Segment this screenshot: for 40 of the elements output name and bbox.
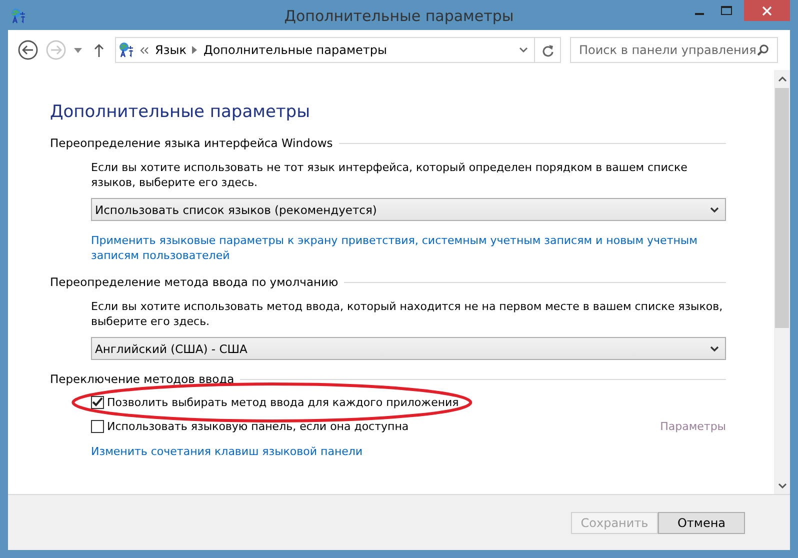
close-button[interactable] [744, 0, 790, 21]
dropdown[interactable]: Использовать список языков (рекомендуется) [91, 198, 726, 221]
address-bar[interactable]: Язык Дополнительные параметры [115, 37, 535, 63]
refresh-button[interactable] [535, 37, 561, 63]
close-icon [762, 6, 772, 16]
maximize-icon [720, 6, 732, 16]
checkbox-label[interactable]: Использовать языковую панель, если она доступна [107, 420, 409, 433]
scrollbar[interactable] [774, 70, 790, 494]
breadcrumb-item[interactable]: Дополнительные параметры [203, 43, 387, 57]
dropdown-chevron-icon [710, 346, 719, 352]
scroll-down-icon[interactable] [778, 483, 786, 489]
link[interactable]: Изменить сочетания клавиш языковой панели [91, 444, 726, 459]
checkbox[interactable] [91, 396, 104, 409]
section-title: Переопределение языка интерфейса Windows [50, 136, 333, 150]
breadcrumb-arrow-icon [192, 46, 198, 54]
scroll-up-icon[interactable] [778, 76, 786, 82]
dropdown[interactable]: Английский (США) - США [91, 337, 726, 360]
description-text: Если вы хотите использовать не тот язык интерфейса, который определен порядком в вашем списке языков, выберите его здесь. [91, 160, 688, 190]
search-icon [757, 44, 769, 56]
breadcrumb-item[interactable]: Язык [155, 43, 186, 57]
search-field[interactable]: Поиск в панели управления [570, 37, 778, 63]
back-icon[interactable] [18, 40, 38, 60]
refresh-icon [542, 44, 554, 56]
cancel-button[interactable]: Отмена [658, 512, 745, 534]
page-heading: Дополнительные параметры [50, 102, 312, 122]
section-title: Переключение методов ввода [50, 372, 234, 386]
dropdown-chevron-icon [710, 206, 719, 212]
scrollbar-thumb[interactable] [775, 88, 789, 328]
up-arrow-icon[interactable] [94, 44, 104, 56]
language-globe-icon [10, 8, 26, 24]
window-title: Дополнительные параметры [284, 7, 514, 25]
dropdown-caret-icon[interactable] [74, 48, 82, 52]
description-text: Если вы хотите использовать метод ввода, который находится не на первом месте в вашем списке языков, выберите его здесь. [91, 299, 724, 329]
chevron-icon [140, 46, 149, 54]
language-globe-icon [118, 42, 134, 58]
dropdown-chevron-icon[interactable] [519, 47, 528, 53]
minimize-icon [695, 13, 704, 15]
checkbox[interactable] [91, 420, 104, 433]
link[interactable]: Применить языковые параметры к экрану приветствия, системным учетным записям и новым учетным записям пользователей [91, 233, 726, 263]
section-title: Переопределение метода ввода по умолчанию [50, 275, 338, 289]
